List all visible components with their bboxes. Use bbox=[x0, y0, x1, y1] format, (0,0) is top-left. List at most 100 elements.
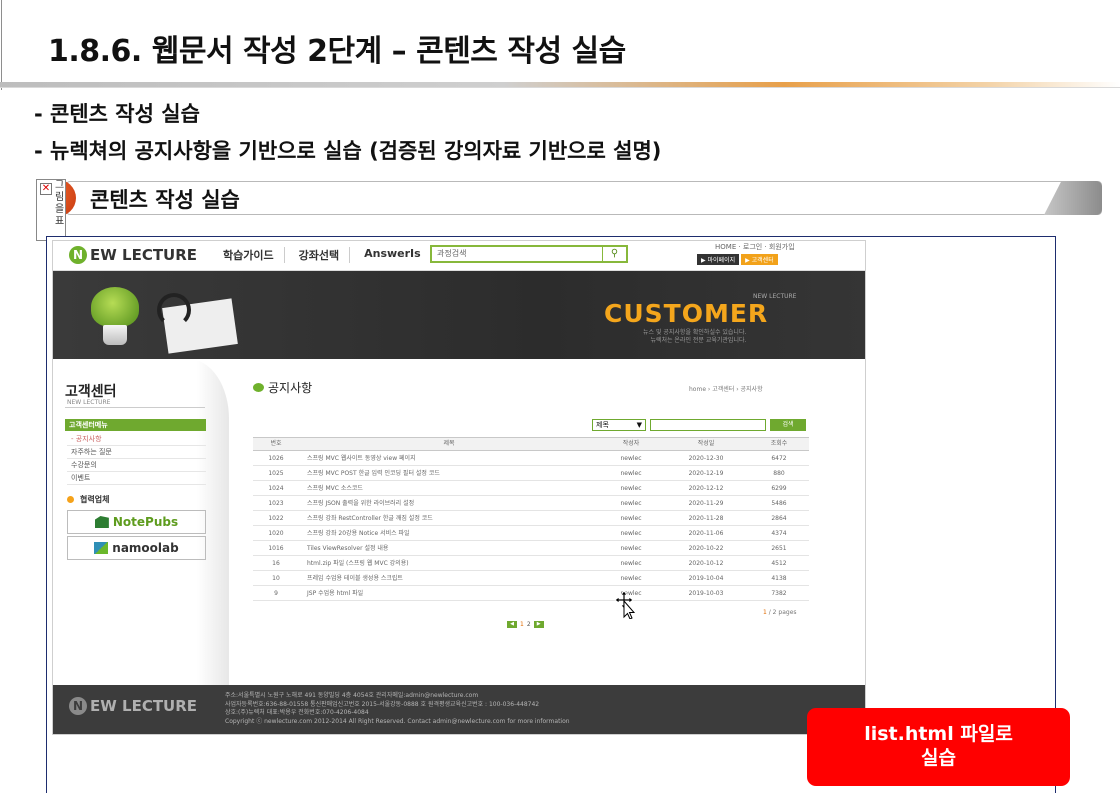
cell-title[interactable]: 스프링 강좌 20강용 Notice 서비스 파일 bbox=[299, 526, 599, 540]
sidebar-item-notice[interactable]: - 공지사항 bbox=[67, 433, 206, 446]
footer-line-3: 상호:(주)뉴렉처 대표:박용우 전화번호:070-4206-4084 bbox=[225, 709, 369, 716]
section-label: 콘텐츠 작성 실습 bbox=[90, 188, 240, 212]
cell-no: 1023 bbox=[268, 500, 284, 507]
nav-item-guide[interactable]: 학습가이드 bbox=[223, 247, 285, 263]
search-icon[interactable]: ⚲ bbox=[602, 247, 626, 261]
footer-info: 주소:서울특별시 노원구 노해로 491 동양빌딩 4층 4054호 관리자메일… bbox=[225, 692, 570, 726]
banner-description: 뉴스 및 공지사항을 확인하실수 있습니다. 뉴렉처는 온라인 전문 교육기관입… bbox=[643, 329, 746, 345]
partner-title: 협력업체 bbox=[80, 495, 110, 504]
site-header: N EW LECTURE 학습가이드 강좌선택 AnswerIs 과정검색 ⚲ … bbox=[53, 241, 865, 271]
speech-bubble-icon bbox=[253, 383, 264, 392]
banner-desc-line-2: 뉴렉처는 온라인 전문 교육기관입니다. bbox=[650, 337, 747, 344]
cell-hit: 7382 bbox=[771, 590, 787, 597]
headset-illustration bbox=[157, 293, 191, 327]
cell-title[interactable]: JSP 수업용 html 파일 bbox=[299, 586, 599, 600]
footer-logo-mark-icon: N bbox=[69, 697, 87, 715]
cell-title[interactable]: 스프링 JSON 출력을 위한 라이브러리 설정 bbox=[299, 496, 599, 510]
footer-logo-text: EW LECTURE bbox=[90, 697, 198, 715]
sidebar: 고객센터 NEW LECTURE 고객센터메뉴 - 공지사항 자주하는 질문 수… bbox=[53, 359, 229, 685]
table-row[interactable]: 1022 스프링 강좌 RestController 한글 깨짐 설정 코드 new… bbox=[253, 511, 809, 526]
cell-date: 2019-10-04 bbox=[688, 575, 724, 582]
cell-no: 1016 bbox=[268, 545, 284, 552]
cell-title[interactable]: 스프링 MVC 소스코드 bbox=[299, 481, 599, 495]
search-field-select[interactable]: 제목 bbox=[592, 419, 646, 431]
notice-search-button[interactable]: 검색 bbox=[770, 419, 806, 431]
partner-notepubs[interactable]: NotePubs bbox=[67, 510, 206, 534]
table-row[interactable]: 10 프레임 수업용 테이블 생성용 스크립트 newlec 2019-10-04 41… bbox=[253, 571, 809, 586]
cell-title[interactable]: 스프링 강좌 RestController 한글 깨짐 설정 코드 bbox=[299, 511, 599, 525]
table-row[interactable]: 1025 스프링 MVC POST 한글 입력 인코딩 필터 설정 코드 newle… bbox=[253, 466, 809, 481]
sidebar-divider bbox=[65, 407, 205, 408]
site-search-input[interactable]: 과정검색 ⚲ bbox=[430, 245, 628, 263]
practice-callout: list.html 파일로 실습 bbox=[807, 708, 1070, 786]
move-cursor-icon bbox=[614, 591, 636, 619]
table-row[interactable]: 1023 스프링 JSON 출력을 위한 라이브러리 설정 newlec 2020-1… bbox=[253, 496, 809, 511]
table-row[interactable]: 1026 스프링 MVC 웹사이트 동영상 view 페이지 newlec 2020-… bbox=[253, 451, 809, 466]
cell-writer: newlec bbox=[620, 515, 642, 522]
notice-search: 제목 검색 bbox=[592, 419, 806, 431]
cell-title[interactable]: 스프링 MVC POST 한글 입력 인코딩 필터 설정 코드 bbox=[299, 466, 599, 480]
header-hit: 조회수 bbox=[770, 440, 788, 447]
cell-no: 1024 bbox=[268, 485, 284, 492]
partner-namoolab[interactable]: namoolab bbox=[67, 536, 206, 560]
notice-title: 공지사항 bbox=[253, 379, 312, 396]
slide-title: 1.8.6. 웹문서 작성 2단계 – 콘텐츠 작성 실습 bbox=[48, 34, 626, 69]
sidebar-item-inquiry[interactable]: 수강문의 bbox=[67, 459, 206, 472]
cell-date: 2020-12-30 bbox=[688, 455, 724, 462]
cell-writer: newlec bbox=[620, 500, 642, 507]
cell-title[interactable]: 프레임 수업용 테이블 생성용 스크립트 bbox=[299, 571, 599, 585]
nav-item-courses[interactable]: 강좌선택 bbox=[299, 247, 351, 263]
cell-date: 2020-10-12 bbox=[688, 560, 724, 567]
pagination: ◀ 1 2 ▶ bbox=[507, 621, 544, 628]
table-row[interactable]: 1020 스프링 강좌 20강용 Notice 서비스 파일 newlec 2020-… bbox=[253, 526, 809, 541]
page-current: 1 bbox=[763, 609, 767, 616]
notice-search-input[interactable] bbox=[650, 419, 766, 431]
cell-no: 1025 bbox=[268, 470, 284, 477]
cell-hit: 2864 bbox=[771, 515, 787, 522]
partner-notepubs-label: NotePubs bbox=[112, 515, 179, 529]
table-row[interactable]: 1016 Tiles ViewResolver 설정 내용 newlec 2020-1… bbox=[253, 541, 809, 556]
site-footer: N EW LECTURE 주소:서울특별시 노원구 노해로 491 동양빌딩 4… bbox=[53, 685, 865, 734]
notice-table: 번호 제목 작성자 작성일 조회수 1026 스프링 MVC 웹사이트 동영상 v… bbox=[253, 437, 809, 601]
site-logo[interactable]: N EW LECTURE bbox=[69, 246, 197, 264]
cell-hit: 4512 bbox=[771, 560, 787, 567]
prev-page-icon[interactable]: ◀ bbox=[507, 621, 517, 628]
sidebar-item-event[interactable]: 이벤트 bbox=[67, 472, 206, 485]
page-link-2[interactable]: 2 bbox=[527, 621, 531, 628]
cell-title[interactable]: html.zip 파일 (스프링 웹 MVC 강의용) bbox=[299, 556, 599, 570]
table-row[interactable]: 16 html.zip 파일 (스프링 웹 MVC 강의용) newlec 2020-… bbox=[253, 556, 809, 571]
cell-hit: 6299 bbox=[771, 485, 787, 492]
nav-item-answeris[interactable]: AnswerIs bbox=[364, 247, 431, 263]
sidebar-menu-header: 고객센터메뉴 bbox=[65, 419, 206, 431]
cell-title[interactable]: 스프링 MVC 웹사이트 동영상 view 페이지 bbox=[299, 451, 599, 465]
mypage-button[interactable]: ▶ 마이페이지 bbox=[697, 254, 740, 265]
top-links[interactable]: HOME · 로그인 · 회원가입 bbox=[715, 242, 795, 252]
bullet-1: - 콘텐츠 작성 실습 bbox=[34, 102, 200, 126]
next-page-icon[interactable]: ▶ bbox=[533, 621, 544, 628]
cell-no: 16 bbox=[272, 560, 280, 567]
page-total: / 2 pages bbox=[768, 609, 797, 616]
page-link-1[interactable]: 1 bbox=[520, 621, 524, 628]
cell-date: 2020-12-19 bbox=[688, 470, 724, 477]
footer-line-1: 주소:서울특별시 노원구 노해로 491 동양빌딩 4층 4054호 관리자메일… bbox=[225, 692, 479, 699]
cell-title[interactable]: Tiles ViewResolver 설정 내용 bbox=[299, 541, 599, 555]
cell-date: 2020-11-29 bbox=[688, 500, 724, 507]
table-row[interactable]: 9 JSP 수업용 html 파일 newlec 2019-10-03 7382 bbox=[253, 586, 809, 601]
table-body: 1026 스프링 MVC 웹사이트 동영상 view 페이지 newlec 2020-… bbox=[253, 451, 809, 601]
title-divider-line bbox=[0, 87, 1120, 88]
table-header: 번호 제목 작성자 작성일 조회수 bbox=[253, 437, 809, 451]
partner-namoolab-label: namoolab bbox=[112, 541, 179, 555]
broken-image-text: 그림을 표 bbox=[55, 180, 65, 227]
sidebar-item-faq[interactable]: 자주하는 질문 bbox=[67, 446, 206, 459]
customer-banner: NEW LECTURE CUSTOMER 뉴스 및 공지사항을 확인하실수 있습… bbox=[53, 271, 865, 359]
cell-writer: newlec bbox=[620, 470, 642, 477]
page-count: 1 / 2 pages bbox=[763, 609, 797, 616]
cell-hit: 4374 bbox=[771, 530, 787, 537]
customer-center-button[interactable]: ▶ 고객센터 bbox=[741, 254, 778, 265]
table-row[interactable]: 1024 스프링 MVC 소스코드 newlec 2020-12-12 6299 bbox=[253, 481, 809, 496]
main-nav: 학습가이드 강좌선택 AnswerIs bbox=[223, 247, 431, 263]
cell-no: 1022 bbox=[268, 515, 284, 522]
cell-date: 2020-11-28 bbox=[688, 515, 724, 522]
cell-no: 9 bbox=[274, 590, 278, 597]
plant-illustration bbox=[91, 287, 139, 327]
